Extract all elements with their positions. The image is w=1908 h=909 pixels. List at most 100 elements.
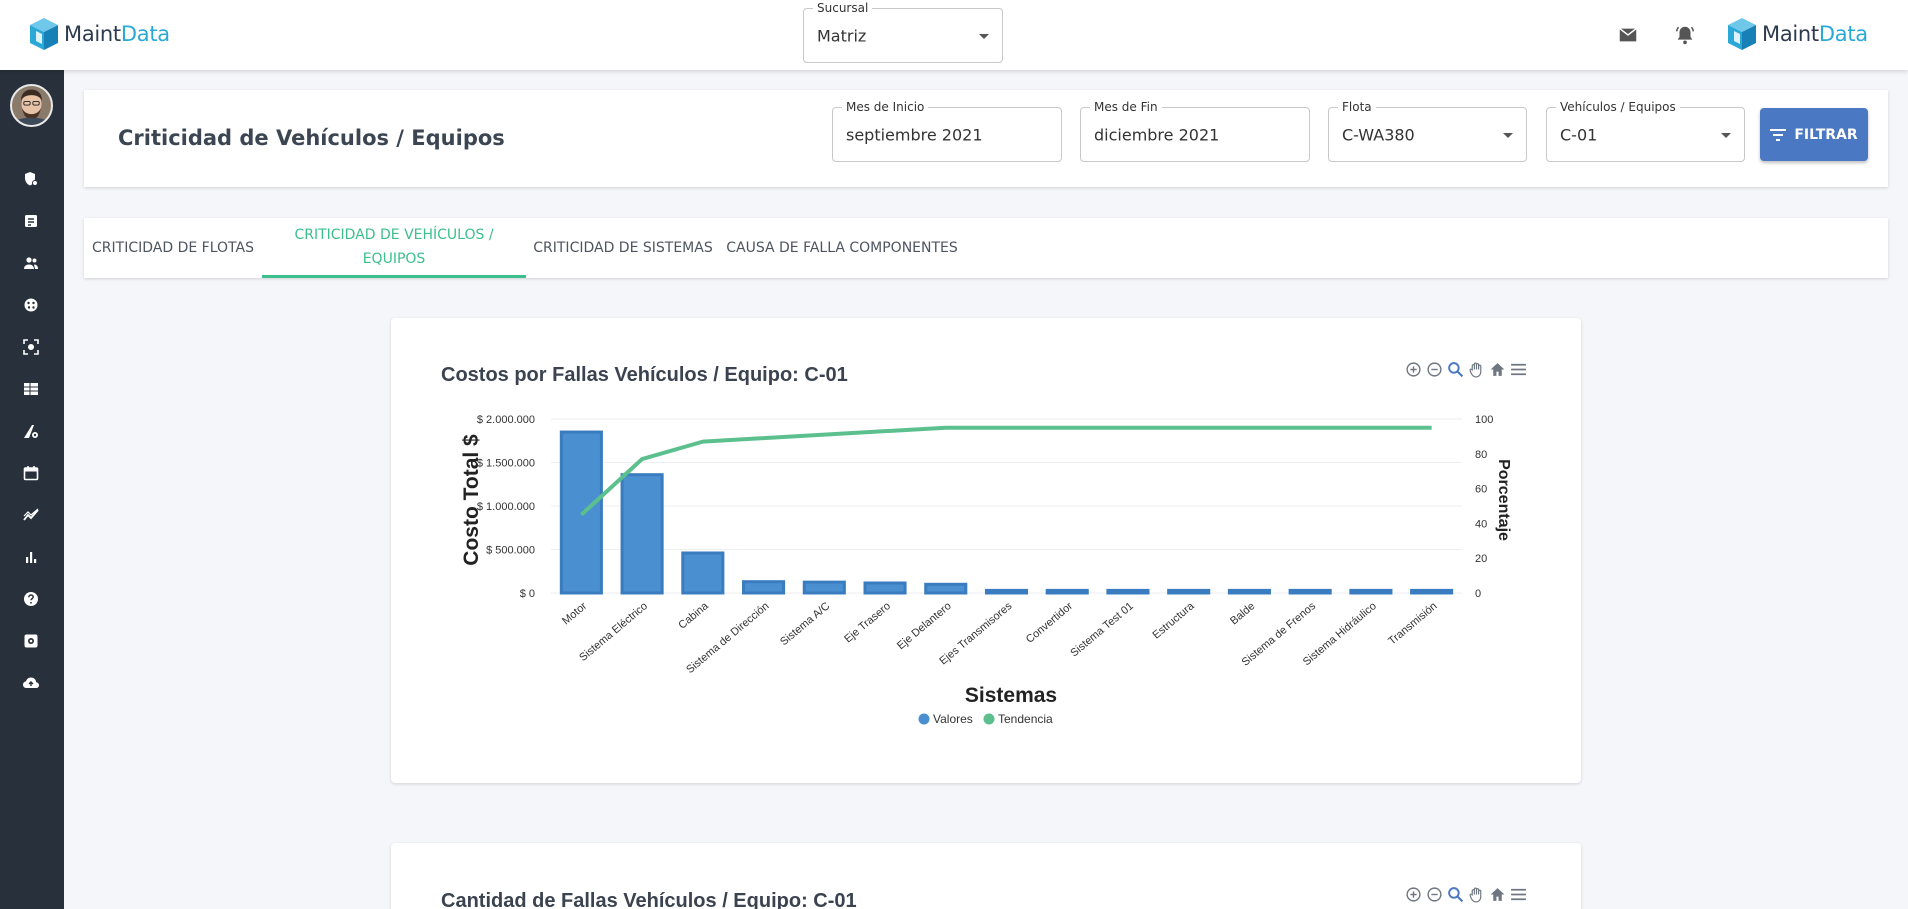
x-tick-label: Convertidor — [1024, 600, 1076, 646]
brand-name: MaintData — [1762, 22, 1868, 46]
bar — [802, 580, 846, 595]
selection-zoom-icon[interactable] — [1447, 886, 1464, 903]
bar — [620, 473, 664, 595]
menu-icon[interactable] — [1510, 886, 1527, 903]
y2-axis-label: Porcentaje — [1495, 459, 1512, 541]
y2-tick-label: 0 — [1475, 588, 1481, 600]
tab-vehicle-criticality[interactable]: CRITICIDAD DE VEHÍCULOS / EQUIPOS — [262, 218, 526, 278]
branch-label: Sucursal — [813, 0, 873, 16]
zoom-in-icon[interactable] — [1405, 361, 1422, 378]
x-tick-label: Cabina — [676, 600, 711, 632]
x-tick-label: Eje Delantero — [895, 600, 954, 652]
cloud-upload-icon[interactable] — [20, 672, 42, 694]
bar — [1167, 588, 1211, 595]
trend-icon[interactable] — [20, 504, 42, 526]
fleet-select[interactable]: Flota C-WA380 — [1328, 99, 1527, 162]
table-icon[interactable] — [20, 378, 42, 400]
zoom-out-icon[interactable] — [1426, 361, 1443, 378]
brand-name: MaintData — [64, 22, 170, 46]
cube-logo-icon — [1728, 18, 1756, 50]
y2-tick-label: 80 — [1475, 449, 1487, 461]
y-tick-label: $ 0 — [520, 588, 535, 600]
legend-label-tendencia[interactable]: Tendencia — [998, 712, 1053, 726]
bar — [984, 588, 1029, 595]
help-icon[interactable] — [20, 588, 42, 610]
fleet-value: C-WA380 — [1342, 125, 1415, 144]
y-tick-label: $ 2.000.000 — [477, 414, 535, 426]
y2-tick-label: 40 — [1475, 518, 1487, 530]
chart-legend: Valores Tendencia — [918, 712, 1053, 726]
scan-icon[interactable] — [20, 336, 42, 358]
zoom-out-icon[interactable] — [1426, 886, 1443, 903]
menu-icon[interactable] — [1510, 361, 1527, 378]
home-reset-icon[interactable] — [1489, 886, 1506, 903]
chart-title: Costos por Fallas Vehículos / Equipo: C-… — [441, 364, 848, 386]
chevron-down-icon — [979, 33, 989, 39]
shield-gear-icon[interactable] — [20, 168, 42, 190]
palette-icon[interactable] — [20, 294, 42, 316]
x-axis-label: Sistemas — [965, 684, 1057, 707]
zoom-in-icon[interactable] — [1405, 886, 1422, 903]
chevron-down-icon — [1721, 132, 1731, 138]
x-tick-label: Sistema A/C — [778, 600, 832, 648]
start-month-field[interactable]: Mes de Inicio septiembre 2021 — [832, 99, 1062, 162]
y-tick-label: $ 500.000 — [486, 545, 535, 557]
branch-value: Matriz — [817, 26, 867, 45]
chart-toolbar — [1405, 361, 1527, 378]
chart-toolbar-2 — [1405, 886, 1527, 903]
legend-label-valores[interactable]: Valores — [933, 712, 973, 726]
pan-hand-icon[interactable] — [1468, 886, 1485, 903]
x-tick-label: Transmisión — [1386, 600, 1439, 647]
tab-fleet-criticality[interactable]: CRITICIDAD DE FLOTAS — [84, 218, 262, 278]
y-tick-label: $ 1.500.000 — [477, 458, 535, 470]
filter-button[interactable]: FILTRAR — [1760, 108, 1868, 161]
chevron-down-icon — [1503, 132, 1513, 138]
end-month-field[interactable]: Mes de Fin diciembre 2021 — [1080, 99, 1310, 162]
selection-zoom-icon[interactable] — [1447, 361, 1464, 378]
trend-line — [580, 425, 1432, 517]
brand-logo[interactable]: MaintData — [28, 16, 170, 52]
cost-pareto-chart: $ 0 $ 500.000 $ 1.000.000 $ 1.500.000 $ 2.00… — [460, 414, 1512, 726]
branch-select[interactable]: Sucursal Matriz — [803, 0, 1003, 63]
top-app-bar: MaintData Sucursal Matriz MaintData — [0, 0, 1908, 70]
vehicle-select[interactable]: Vehículos / Equipos C-01 — [1546, 99, 1745, 162]
avatar[interactable] — [10, 84, 53, 127]
x-tick-label: Eje Trasero — [842, 600, 893, 645]
bar — [1045, 588, 1089, 595]
road-gear-icon[interactable] — [20, 420, 42, 442]
end-month-label: Mes de Fin — [1090, 99, 1162, 115]
bar — [1288, 588, 1332, 595]
bar-chart-icon[interactable] — [20, 546, 42, 568]
y-tick-label: $ 1.000.000 — [477, 501, 535, 513]
end-month-value: diciembre 2021 — [1094, 125, 1220, 144]
people-icon[interactable] — [20, 252, 42, 274]
vehicle-value: C-01 — [1560, 125, 1598, 144]
fleet-label: Flota — [1338, 99, 1376, 115]
tab-system-criticality[interactable]: CRITICIDAD DE SISTEMAS — [526, 218, 720, 278]
user-photo-icon — [12, 86, 51, 125]
bar — [1227, 588, 1271, 595]
brand-logo-right[interactable]: MaintData — [1726, 16, 1868, 52]
home-reset-icon[interactable] — [1489, 361, 1506, 378]
x-tick-label: Balde — [1228, 600, 1257, 627]
start-month-label: Mes de Inicio — [842, 99, 929, 115]
pan-hand-icon[interactable] — [1468, 361, 1485, 378]
receipt-icon[interactable] — [20, 210, 42, 232]
y2-tick-label: 60 — [1475, 484, 1487, 496]
mail-icon[interactable] — [1617, 24, 1639, 46]
x-tick-label: Sistema Test 01 — [1068, 600, 1136, 659]
y2-tick-label: 20 — [1475, 553, 1487, 565]
start-month-value: septiembre 2021 — [846, 125, 983, 144]
second-chart-title: Cantidad de Fallas Vehículos / Equipo: C… — [441, 890, 857, 909]
y-axis-label: Costo Total $ — [460, 434, 483, 566]
bar — [1349, 588, 1393, 595]
calendar-icon[interactable] — [20, 462, 42, 484]
bell-alert-icon[interactable] — [1674, 24, 1696, 46]
legend-marker-tendencia — [983, 713, 995, 725]
settings-box-icon[interactable] — [20, 630, 42, 652]
page-title: Criticidad de Vehículos / Equipos — [118, 126, 505, 150]
bar — [1410, 588, 1454, 595]
tab-component-failure-cause[interactable]: CAUSA DE FALLA COMPONENTES — [720, 218, 964, 278]
bar — [681, 551, 725, 595]
vehicle-label: Vehículos / Equipos — [1556, 99, 1680, 115]
